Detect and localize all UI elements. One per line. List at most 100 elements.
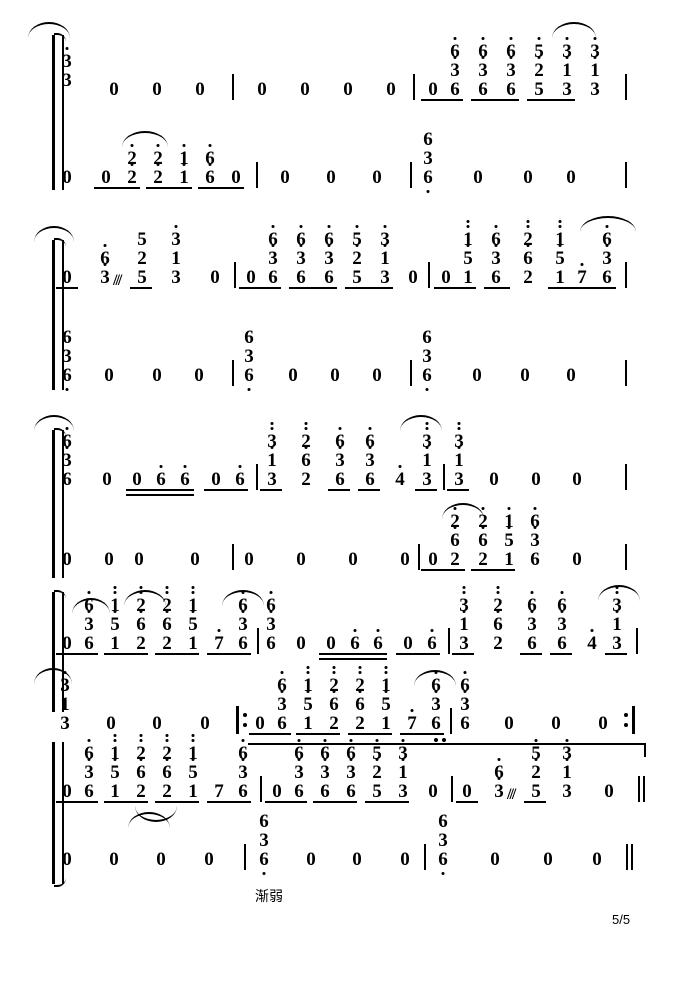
- note-glyph: 2: [137, 248, 147, 269]
- note-glyph: 1: [455, 610, 473, 634]
- octave-dot-up-icon: [453, 526, 457, 529]
- octave-dot-up-icon: [526, 244, 530, 247]
- note-glyph: 2: [355, 713, 365, 734]
- octave-dot-up-icon: [306, 671, 310, 674]
- note-glyph: 5: [106, 610, 124, 634]
- note-cell: 0: [468, 366, 486, 385]
- octave-dot-up-icon: [530, 591, 534, 594]
- note-cell: 6 3 6: [342, 739, 360, 801]
- octave-dot-up-icon: [355, 244, 359, 247]
- octave-dot-up-icon: [139, 591, 143, 594]
- octave-dot-up-icon: [159, 465, 163, 468]
- rest-glyph: 0: [504, 713, 514, 734]
- brace-hook-bot-5: [54, 876, 66, 887]
- octave-dot-up-icon: [332, 690, 336, 693]
- octave-dot-up-icon: [507, 507, 511, 510]
- note-glyph: 2: [149, 163, 167, 187]
- note-glyph: 6: [351, 690, 369, 714]
- note-cell: 0: [519, 168, 537, 187]
- note-glyph: 3: [598, 244, 616, 268]
- note-cell: 1 5 1: [106, 586, 124, 653]
- octave-dot-down-icon: [441, 872, 445, 875]
- note-glyph: 5: [137, 229, 147, 250]
- note-cell: 6 3 6: [292, 225, 310, 288]
- octave-dot-up-icon: [191, 739, 195, 742]
- note-cell: 2 2: [149, 144, 167, 187]
- note-cell: 0: [404, 268, 422, 287]
- note-cell: 1 5 1: [184, 586, 202, 653]
- note-glyph: 6: [519, 244, 537, 268]
- octave-dot-up-icon: [401, 758, 405, 761]
- repeat-open-barline: [236, 706, 239, 734]
- rest-glyph: 0: [210, 267, 220, 288]
- note-cell: 3 1 3: [167, 225, 185, 287]
- note-glyph: 5: [459, 244, 477, 268]
- octave-dot-up-icon: [130, 144, 134, 147]
- octave-dot-up-icon: [462, 610, 466, 613]
- note-glyph: 3: [80, 610, 98, 634]
- rest-glyph: 0: [134, 549, 144, 570]
- octave-dot-up-icon: [453, 37, 457, 40]
- octave-dot-up-icon: [269, 610, 273, 613]
- octave-dot-up-icon: [558, 225, 562, 228]
- rest-glyph: 0: [288, 365, 298, 386]
- note-cell: 6 3 6: [523, 591, 541, 653]
- note-cell: 6 6: [201, 144, 219, 187]
- octave-dot-up-icon: [368, 427, 372, 430]
- octave-dot-up-icon: [353, 629, 357, 632]
- octave-dot-up-icon: [368, 446, 372, 449]
- note-cell: 0: [292, 634, 310, 653]
- barline: [413, 74, 415, 100]
- note-cell: 0: [437, 268, 455, 287]
- note-cell: 0: [539, 850, 557, 869]
- note-glyph: 3: [56, 671, 74, 695]
- octave-dot-up-icon: [306, 666, 310, 669]
- octave-dot-up-icon: [565, 758, 569, 761]
- note-glyph: 3: [259, 830, 269, 851]
- note-glyph: 1: [586, 56, 604, 80]
- note-cell: 1 5 1: [551, 220, 569, 287]
- repeat-close-dots-icon: [624, 706, 630, 734]
- rest-glyph: 0: [306, 849, 316, 870]
- rest-glyph: 0: [489, 469, 499, 490]
- note-glyph: 6: [84, 781, 94, 802]
- octave-dot-up-icon: [297, 758, 301, 761]
- note-glyph: 3: [342, 758, 360, 782]
- note-glyph: 6: [324, 267, 334, 288]
- note-cell: 6 3 6: [553, 591, 571, 653]
- note-cell: 3 1 3: [558, 739, 576, 801]
- octave-dot-up-icon: [139, 586, 143, 589]
- note-cell: 6 3 6: [487, 225, 505, 287]
- octave-dot-up-icon: [384, 666, 388, 669]
- note-glyph: 6: [365, 469, 375, 490]
- note-cell: 0: [105, 80, 123, 99]
- note-glyph: 6: [296, 267, 306, 288]
- note-glyph: 5: [299, 690, 317, 714]
- note-glyph: 2: [123, 163, 141, 187]
- octave-dot-up-icon: [182, 163, 186, 166]
- note-glyph: 5: [534, 79, 544, 100]
- note-glyph: 1: [504, 549, 514, 570]
- note-cell: 6: [346, 629, 364, 653]
- octave-dot-up-icon: [605, 244, 609, 247]
- rest-glyph: 0: [104, 549, 114, 570]
- octave-dot-up-icon: [376, 629, 380, 632]
- rest-glyph: 0: [428, 79, 438, 100]
- note-cell: 7: [210, 629, 228, 653]
- note-glyph: 3: [562, 79, 572, 100]
- note-glyph: 2: [523, 267, 533, 288]
- note-glyph: 6: [158, 610, 176, 634]
- note-cell: 2 6 2: [297, 422, 315, 489]
- octave-dot-up-icon: [241, 591, 245, 594]
- note-cell: 4: [583, 629, 601, 653]
- note-cell: 0: [339, 80, 357, 99]
- note-cell: 3 3: [58, 47, 76, 90]
- note-cell: 0: [58, 850, 76, 869]
- note-cell: 2 6 2: [519, 220, 537, 288]
- note-cell: 6 3 6: [255, 812, 273, 875]
- octave-dot-up-icon: [139, 734, 143, 737]
- rest-glyph: 0: [543, 849, 553, 870]
- octave-dot-up-icon: [165, 591, 169, 594]
- note-glyph: 6: [431, 713, 441, 734]
- beam: [130, 287, 152, 289]
